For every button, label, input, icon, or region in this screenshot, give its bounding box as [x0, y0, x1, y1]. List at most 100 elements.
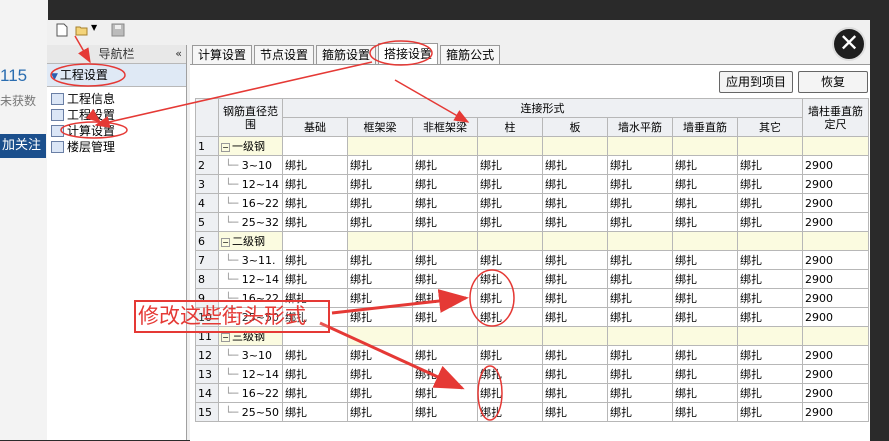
apply-to-project-button[interactable]: 应用到项目	[719, 71, 793, 93]
connection-type-cell[interactable]: 绑扎	[607, 174, 673, 194]
connection-type-cell[interactable]: 绑扎	[347, 269, 413, 289]
connection-type-cell[interactable]	[542, 231, 608, 251]
connection-type-cell[interactable]	[282, 231, 348, 251]
connection-type-cell[interactable]	[412, 231, 478, 251]
connection-type-cell[interactable]: 绑扎	[347, 364, 413, 384]
connection-type-cell[interactable]	[672, 231, 738, 251]
connection-type-cell[interactable]: 绑扎	[282, 155, 348, 175]
connection-type-cell[interactable]: 绑扎	[347, 345, 413, 365]
connection-type-cell[interactable]: 绑扎	[672, 383, 738, 403]
fixed-length-cell[interactable]: 2900	[802, 364, 869, 384]
connection-type-cell[interactable]: 绑扎	[607, 383, 673, 403]
connection-type-cell[interactable]: 绑扎	[347, 402, 413, 422]
connection-type-cell[interactable]: 绑扎	[542, 155, 608, 175]
connection-type-cell[interactable]: 绑扎	[542, 288, 608, 308]
connection-type-cell[interactable]: 绑扎	[347, 288, 413, 308]
connection-type-cell[interactable]: 绑扎	[347, 212, 413, 232]
connection-type-cell[interactable]: 绑扎	[282, 269, 348, 289]
fixed-length-cell[interactable]	[802, 231, 869, 251]
connection-type-cell[interactable]: 绑扎	[477, 174, 543, 194]
fixed-length-cell[interactable]: 2900	[802, 212, 869, 232]
fixed-length-cell[interactable]: 2900	[802, 269, 869, 289]
follow-button[interactable]: 加关注	[0, 134, 46, 158]
connection-type-cell[interactable]: 绑扎	[737, 193, 803, 213]
connection-type-cell[interactable]: 绑扎	[737, 155, 803, 175]
connection-type-cell[interactable]: 绑扎	[672, 250, 738, 270]
fixed-length-cell[interactable]	[802, 326, 869, 346]
connection-type-cell[interactable]	[672, 136, 738, 156]
connection-type-cell[interactable]: 绑扎	[542, 212, 608, 232]
connection-type-cell[interactable]: 绑扎	[282, 383, 348, 403]
connection-type-cell[interactable]	[412, 326, 478, 346]
nav-section-project-settings[interactable]: ▼ 工程设置	[47, 64, 186, 87]
connection-type-cell[interactable]: 绑扎	[347, 250, 413, 270]
connection-type-cell[interactable]	[542, 326, 608, 346]
connection-type-cell[interactable]: 绑扎	[737, 174, 803, 194]
connection-type-cell[interactable]: 绑扎	[477, 307, 543, 327]
connection-type-cell[interactable]: 绑扎	[282, 174, 348, 194]
connection-type-cell[interactable]: 绑扎	[412, 193, 478, 213]
nav-item-floor-management[interactable]: 楼层管理	[47, 139, 186, 155]
connection-type-cell[interactable]: 绑扎	[477, 402, 543, 422]
connection-type-cell[interactable]: 绑扎	[607, 307, 673, 327]
tab-calc-settings[interactable]: 计算设置	[192, 45, 253, 64]
connection-type-cell[interactable]: 绑扎	[607, 250, 673, 270]
fixed-length-cell[interactable]: 2900	[802, 345, 869, 365]
connection-type-cell[interactable]: 绑扎	[672, 174, 738, 194]
connection-type-cell[interactable]	[412, 136, 478, 156]
connection-type-cell[interactable]: 绑扎	[347, 307, 413, 327]
connection-type-cell[interactable]: 绑扎	[412, 383, 478, 403]
close-button[interactable]: ✕	[832, 27, 866, 61]
connection-type-cell[interactable]: 绑扎	[542, 402, 608, 422]
connection-type-cell[interactable]: 绑扎	[542, 383, 608, 403]
connection-type-cell[interactable]: 绑扎	[672, 345, 738, 365]
connection-type-cell[interactable]: 绑扎	[737, 345, 803, 365]
connection-type-cell[interactable]	[347, 136, 413, 156]
collapse-minus-icon[interactable]: −	[221, 142, 230, 152]
connection-type-cell[interactable]: 绑扎	[607, 364, 673, 384]
connection-type-cell[interactable]: 绑扎	[737, 250, 803, 270]
connection-type-cell[interactable]	[477, 326, 543, 346]
connection-type-cell[interactable]	[737, 136, 803, 156]
connection-type-cell[interactable]	[737, 326, 803, 346]
connection-type-cell[interactable]: 绑扎	[672, 212, 738, 232]
restore-button[interactable]: 恢复	[798, 71, 868, 93]
connection-type-cell[interactable]: 绑扎	[412, 269, 478, 289]
nav-item-project-info[interactable]: 工程信息	[47, 91, 186, 107]
connection-type-cell[interactable]: 绑扎	[282, 212, 348, 232]
connection-type-cell[interactable]: 绑扎	[607, 345, 673, 365]
fixed-length-cell[interactable]: 2900	[802, 155, 869, 175]
connection-type-cell[interactable]: 绑扎	[412, 345, 478, 365]
connection-type-cell[interactable]	[607, 136, 673, 156]
fixed-length-cell[interactable]: 2900	[802, 288, 869, 308]
fixed-length-cell[interactable]: 2900	[802, 307, 869, 327]
connection-type-cell[interactable]: 绑扎	[672, 269, 738, 289]
connection-type-cell[interactable]: 绑扎	[737, 269, 803, 289]
connection-type-cell[interactable]: 绑扎	[607, 269, 673, 289]
connection-type-cell[interactable]: 绑扎	[282, 250, 348, 270]
connection-type-cell[interactable]: 绑扎	[347, 174, 413, 194]
connection-type-cell[interactable]	[477, 231, 543, 251]
collapse-icon[interactable]: «	[175, 45, 182, 63]
connection-type-cell[interactable]: 绑扎	[477, 383, 543, 403]
connection-type-cell[interactable]: 绑扎	[542, 269, 608, 289]
connection-type-cell[interactable]	[607, 326, 673, 346]
connection-type-cell[interactable]: 绑扎	[542, 364, 608, 384]
fixed-length-cell[interactable]	[802, 136, 869, 156]
connection-type-cell[interactable]: 绑扎	[737, 383, 803, 403]
tab-node-settings[interactable]: 节点设置	[254, 45, 315, 64]
connection-type-cell[interactable]: 绑扎	[672, 307, 738, 327]
connection-type-cell[interactable]: 绑扎	[347, 155, 413, 175]
connection-type-cell[interactable]: 绑扎	[412, 402, 478, 422]
nav-item-project-settings[interactable]: 工程设置	[47, 107, 186, 123]
connection-type-cell[interactable]: 绑扎	[542, 307, 608, 327]
connection-type-cell[interactable]: 绑扎	[542, 250, 608, 270]
collapse-minus-icon[interactable]: −	[221, 332, 230, 342]
fixed-length-cell[interactable]: 2900	[802, 250, 869, 270]
connection-type-cell[interactable]	[737, 231, 803, 251]
group-label-cell[interactable]: − 一级钢	[218, 136, 283, 156]
connection-type-cell[interactable]: 绑扎	[672, 155, 738, 175]
connection-type-cell[interactable]: 绑扎	[607, 155, 673, 175]
connection-type-cell[interactable]: 绑扎	[412, 250, 478, 270]
connection-type-cell[interactable]: 绑扎	[477, 212, 543, 232]
